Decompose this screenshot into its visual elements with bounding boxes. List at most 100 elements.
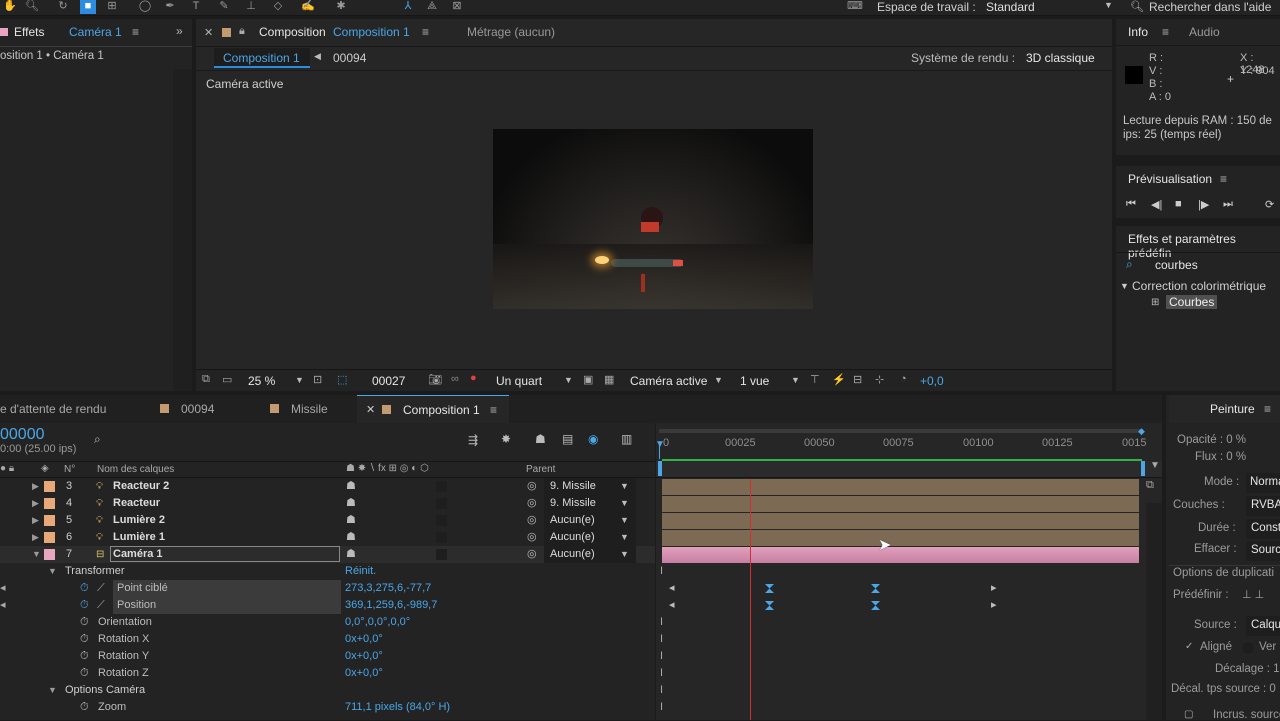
layer-row[interactable]: ▶ 3 💡︎ Reacteur 2 ☗ ◎ 9. Missile ▼ bbox=[0, 478, 655, 495]
position-keyframe-1[interactable] bbox=[765, 601, 774, 610]
audio-tab[interactable]: Audio bbox=[1189, 25, 1220, 39]
graph-editor-icon[interactable]: ▥ bbox=[621, 432, 632, 446]
toggle-pixel-icon[interactable]: ⊤ bbox=[810, 373, 820, 386]
parent-dropdown-icon[interactable]: ▼ bbox=[620, 512, 629, 529]
effect-courbes[interactable]: Courbes bbox=[1166, 295, 1218, 309]
layer-3d-switch[interactable] bbox=[436, 498, 447, 509]
layer-expand-icon[interactable]: ▶ bbox=[32, 498, 39, 509]
layer-expand-icon[interactable]: ▼ bbox=[32, 549, 41, 559]
transform-expand-icon[interactable]: ▼ bbox=[48, 566, 57, 576]
rotation-z-stopwatch-icon[interactable]: ⏱ bbox=[80, 665, 89, 682]
track-bar-lumiere-2[interactable] bbox=[662, 513, 1139, 529]
layer-row[interactable]: ▶ 6 💡︎ Lumière 1 ☗ ◎ Aucun(e) ▼ bbox=[0, 529, 655, 546]
orientation-stopwatch-icon[interactable]: ⏱ bbox=[80, 614, 89, 631]
info-tab[interactable]: Info bbox=[1128, 25, 1148, 39]
inc-source-checkbox-icon[interactable]: ▢ bbox=[1184, 709, 1193, 720]
parent-dropdown-icon[interactable]: ▼ bbox=[620, 495, 629, 512]
poi-stopwatch-icon[interactable]: ⏱ bbox=[80, 580, 89, 597]
pick-whip-icon[interactable]: ◎ bbox=[527, 546, 537, 563]
layer-3d-switch[interactable] bbox=[436, 515, 447, 526]
position-nav-icon[interactable]: ◂ bbox=[0, 597, 6, 614]
channels-icon[interactable]: ● bbox=[470, 372, 477, 384]
composition-tab-label[interactable]: Composition bbox=[259, 25, 326, 39]
stop-icon[interactable]: ■ bbox=[1175, 198, 1182, 210]
shy-icon[interactable]: ☗ bbox=[535, 432, 546, 446]
pen-tool-icon[interactable]: ✒ bbox=[162, 0, 178, 14]
position-graph-icon[interactable]: ⟋ bbox=[97, 597, 105, 614]
shy-switch-icon[interactable]: ☗ bbox=[346, 512, 356, 529]
layer-parent-select[interactable]: 9. Missile bbox=[550, 478, 596, 495]
composition-tab-name[interactable]: Composition 1 bbox=[333, 25, 410, 39]
poi-kf-prev-icon[interactable]: ◂ bbox=[669, 581, 675, 594]
paint-channels-select[interactable]: RVBA bbox=[1251, 499, 1280, 511]
verr-checkbox[interactable] bbox=[1243, 643, 1253, 653]
paint-inc-source[interactable]: Incrus. source bbox=[1213, 709, 1280, 721]
exposure-value[interactable]: +0,0 bbox=[920, 374, 944, 388]
poi-kf-next-icon[interactable]: ▸ bbox=[991, 581, 997, 594]
rotation-y-row[interactable]: ⏱ Rotation Y 0x+0,0° bbox=[0, 648, 655, 665]
current-timecode[interactable]: 00027 bbox=[372, 374, 405, 388]
frame-crumb[interactable]: 00094 bbox=[333, 51, 366, 65]
timeline-timecode[interactable]: 00000 bbox=[0, 426, 45, 444]
poi-graph-icon[interactable]: ⟋ bbox=[97, 580, 105, 597]
puppet-tool-icon[interactable]: ✱ bbox=[333, 0, 349, 14]
lock-icon[interactable]: 🔒︎ bbox=[239, 25, 245, 38]
first-frame-icon[interactable]: ⏮ bbox=[1126, 198, 1136, 211]
region-of-interest-icon[interactable]: ▣ bbox=[583, 373, 593, 386]
orientation-row[interactable]: ⏱ Orientation 0,0°,0,0°,0,0° bbox=[0, 614, 655, 631]
camera-options-expand-icon[interactable]: ▼ bbox=[48, 685, 57, 695]
frame-blending-icon[interactable]: ▤ bbox=[562, 432, 573, 446]
shy-switch-icon[interactable]: ☗ bbox=[346, 529, 356, 546]
position-kf-next-icon[interactable]: ▸ bbox=[991, 598, 997, 611]
roto-brush-tool-icon[interactable]: ✍ bbox=[300, 0, 316, 14]
track-bar-camera-1[interactable] bbox=[662, 547, 1139, 563]
camera-tool-icon[interactable]: ■ bbox=[80, 0, 96, 14]
paint-erase-select[interactable]: Source e bbox=[1251, 544, 1280, 556]
resolution-dropdown-icon[interactable]: ▼ bbox=[564, 375, 573, 385]
tab-missile[interactable]: Missile bbox=[291, 402, 328, 416]
layer-parent-select[interactable]: 9. Missile bbox=[550, 495, 596, 512]
position-kf-prev-icon[interactable]: ◂ bbox=[669, 598, 675, 611]
pick-whip-icon[interactable]: ◎ bbox=[527, 478, 537, 495]
flowchart-icon[interactable]: ⊹ bbox=[875, 373, 884, 386]
orientation-value[interactable]: 0,0°,0,0°,0,0° bbox=[345, 614, 410, 631]
layer-3d-switch[interactable] bbox=[436, 549, 447, 560]
poi-value[interactable]: 273,3,275,6,-77,7 bbox=[345, 580, 431, 597]
paint-duration-select[interactable]: Constant bbox=[1251, 522, 1280, 534]
preview-menu-icon[interactable]: ≡ bbox=[1220, 172, 1227, 186]
layer-3d-switch[interactable] bbox=[436, 532, 447, 543]
workspace-dropdown-icon[interactable]: ▼ bbox=[1104, 0, 1113, 10]
poi-row[interactable]: ◂ ⏱ ⟋ Point ciblé 273,3,275,6,-77,7 bbox=[0, 580, 655, 597]
tab-00094[interactable]: 00094 bbox=[181, 402, 214, 416]
draft-3d-icon[interactable]: ✸ bbox=[501, 432, 511, 446]
shy-switch-icon[interactable]: ☗ bbox=[346, 495, 356, 512]
column-name[interactable]: Nom des calques bbox=[97, 464, 174, 475]
last-frame-icon[interactable]: ⏭ bbox=[1223, 198, 1233, 211]
poi-keyframe-2[interactable] bbox=[871, 584, 880, 593]
viewer-canvas[interactable] bbox=[493, 129, 813, 309]
rotation-x-stopwatch-icon[interactable]: ⏱ bbox=[80, 631, 89, 648]
position-value[interactable]: 369,1,259,6,-989,7 bbox=[345, 597, 437, 614]
renderer-value[interactable]: 3D classique bbox=[1026, 51, 1095, 65]
hand-tool-icon[interactable]: ✋ bbox=[2, 0, 18, 14]
comp-marker-icon[interactable]: ▼ bbox=[1150, 460, 1160, 471]
views-dropdown-icon[interactable]: ▼ bbox=[791, 375, 800, 385]
zoom-tool-icon[interactable]: 🔍︎ bbox=[24, 0, 40, 14]
rotation-y-value[interactable]: 0x+0,0° bbox=[345, 648, 383, 665]
nav-end-handle[interactable] bbox=[1141, 461, 1145, 476]
timeline-toggle-icon[interactable]: ⊟ bbox=[853, 373, 862, 386]
poi-keyframe-1[interactable] bbox=[765, 584, 774, 593]
rotation-y-stopwatch-icon[interactable]: ⏱ bbox=[80, 648, 89, 665]
previous-frame-icon[interactable]: ◀| bbox=[1151, 198, 1162, 211]
paint-mode-select[interactable]: Normal bbox=[1250, 476, 1280, 488]
panel-menu-icon[interactable]: ≡ bbox=[132, 25, 139, 39]
layer-name[interactable]: Lumière 1 bbox=[113, 529, 165, 546]
layer-parent-select[interactable]: Aucun(e) bbox=[550, 546, 595, 563]
motion-blur-icon[interactable]: ◉ bbox=[588, 432, 598, 446]
zoom-select[interactable]: 25 % bbox=[248, 374, 275, 388]
pan-behind-tool-icon[interactable]: ⊞ bbox=[104, 0, 120, 14]
layer-search-icon[interactable]: ⌕ bbox=[94, 432, 101, 447]
work-area-end-icon[interactable]: ◆ bbox=[1138, 426, 1145, 437]
category-correction-colorimetrique[interactable]: Correction colorimétrique bbox=[1132, 279, 1266, 293]
paint-source-select[interactable]: Calque a bbox=[1251, 619, 1280, 631]
